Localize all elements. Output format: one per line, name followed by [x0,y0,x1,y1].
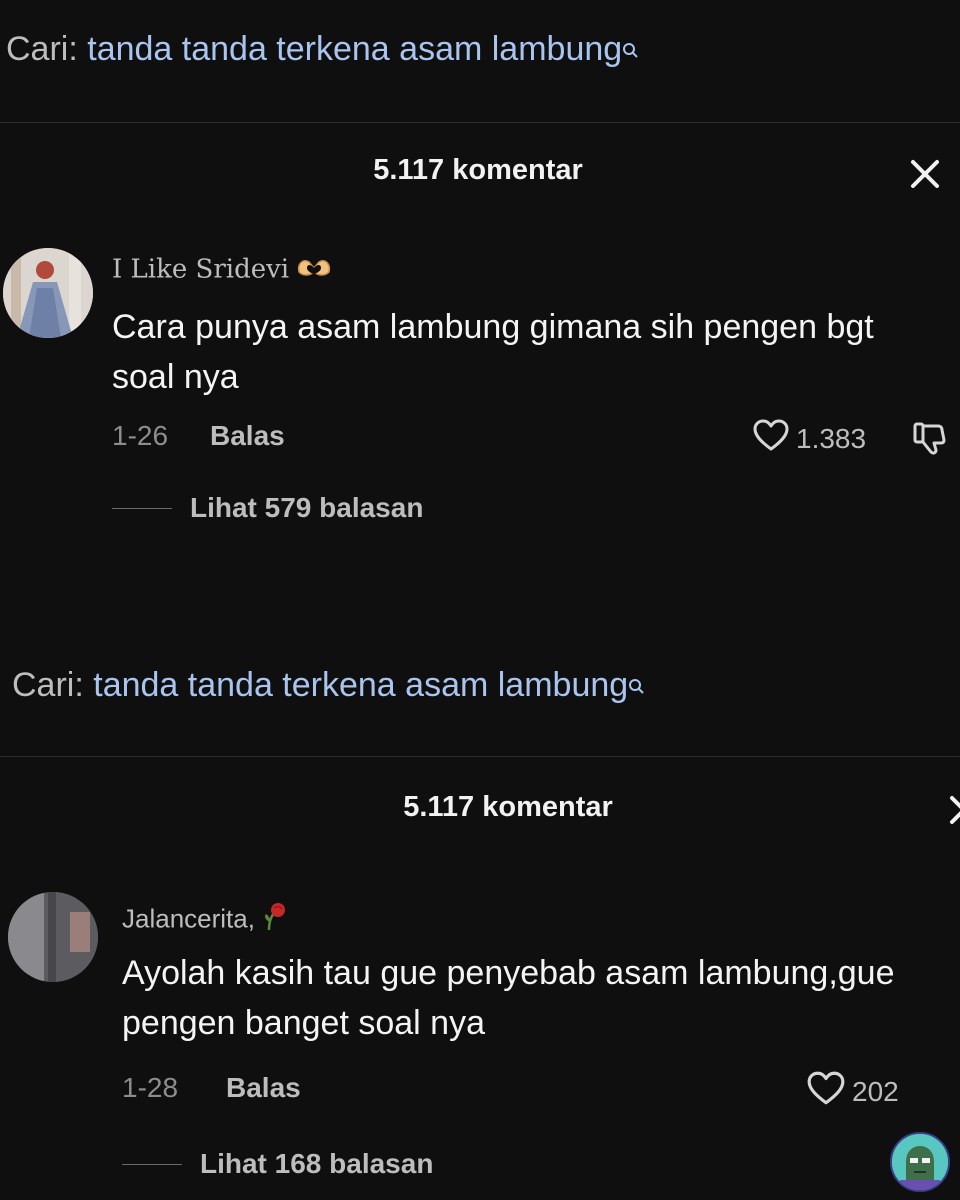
replies-divider [122,1163,182,1165]
search-query[interactable]: tanda tanda terkena asam lambung [93,666,628,704]
reply-button[interactable]: Balas [210,420,285,452]
heart-icon[interactable] [806,1070,852,1113]
username-text[interactable]: I Like Sridevi [112,255,289,285]
like-count: 202 [852,1075,899,1107]
comment-count: 5.117 komentar [373,154,583,186]
comment-count: 5.117 komentar [403,791,613,823]
view-replies-link[interactable]: Lihat 579 balasan [112,492,423,524]
search-icon[interactable] [628,668,646,694]
username[interactable]: I Like Sridevi [112,254,333,287]
comments-screen-1: Cari: tanda tanda terkena asam lambung 5… [0,0,960,630]
view-replies-label[interactable]: Lihat 168 balasan [200,1148,433,1180]
search-prefix: Cari: [12,666,84,704]
username[interactable]: Jalancerita, [122,900,287,941]
close-icon[interactable] [944,790,960,830]
avatar[interactable] [3,248,93,338]
comment-date: 1-28 [122,1072,179,1103]
search-suggestion[interactable]: Cari: tanda tanda terkena asam lambung [12,666,646,705]
comment-text: Ayolah kasih tau gue penyebab asam lambu… [122,954,895,1042]
search-query[interactable]: tanda tanda terkena asam lambung [87,30,622,68]
comments-screen-2: Cari: tanda tanda terkena asam lambung 5… [0,630,960,1200]
heart-hands-emoji [295,254,333,287]
comment-date: 1-26 [112,420,169,451]
avatar[interactable] [8,892,98,982]
search-suggestion[interactable]: Cari: tanda tanda terkena asam lambung [6,30,640,69]
reply-button[interactable]: Balas [226,1072,301,1104]
heart-icon[interactable] [752,418,796,459]
like-count: 1.383 [796,422,867,454]
search-icon[interactable] [622,32,640,58]
view-replies-link[interactable]: Lihat 168 balasan [122,1148,433,1180]
dislike-icon[interactable] [910,418,950,458]
username-text[interactable]: Jalancerita, [122,903,255,933]
close-icon[interactable] [905,154,945,194]
like-button[interactable]: 202 [806,1070,899,1113]
replies-divider [112,507,172,509]
comment-text: Cara punya asam lambung gimana sih penge… [112,308,874,396]
divider [0,122,960,123]
view-replies-label[interactable]: Lihat 579 balasan [190,492,423,524]
watermark-logo [890,1132,950,1192]
search-prefix: Cari: [6,30,78,68]
divider [0,756,960,757]
like-button[interactable]: 1.383 [752,418,866,459]
wilted-rose-emoji [261,900,287,941]
